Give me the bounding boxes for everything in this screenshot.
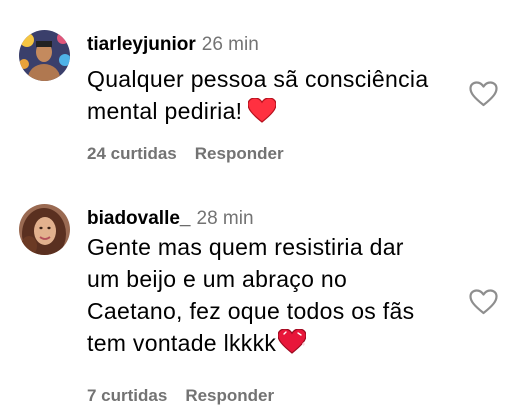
comment-item: biadovalle_ 28 min Gente mas quem resisti… xyxy=(0,190,520,419)
comment-actions: 7 curtidas Responder xyxy=(87,385,274,407)
likes-count[interactable]: 7 curtidas xyxy=(87,385,167,407)
username[interactable]: tiarleyjunior xyxy=(87,34,196,55)
comment-actions: 24 curtidas Responder xyxy=(87,143,284,165)
reply-button[interactable]: Responder xyxy=(185,385,274,407)
like-heart-outline-icon[interactable] xyxy=(469,289,498,315)
avatar[interactable] xyxy=(19,30,70,81)
comment-text: Gente mas quem resistiria dar um beijo e… xyxy=(87,231,472,363)
timestamp: 26 min xyxy=(201,34,259,55)
sparkling-heart-emoji-icon xyxy=(277,328,307,363)
avatar[interactable] xyxy=(19,204,70,255)
comment-text-line: Caetano, fez oque todos os fãs xyxy=(87,298,415,324)
comment-item: tiarleyjunior 26 min Qualquer pessoa sã c… xyxy=(0,0,520,190)
comment-header: tiarleyjunior 26 min xyxy=(87,33,259,57)
like-heart-outline-icon[interactable] xyxy=(469,81,498,107)
comment-text-line-with-emoji: tem vontade lkkkk xyxy=(87,327,472,363)
comment-text-line: um beijo e um abraço no xyxy=(87,266,348,292)
username[interactable]: biadovalle_ xyxy=(87,208,191,229)
timestamp: 28 min xyxy=(196,208,254,229)
comment-text-line: mental pediria! xyxy=(87,98,243,124)
likes-count[interactable]: 24 curtidas xyxy=(87,143,177,165)
comment-text-line: Gente mas quem resistiria dar xyxy=(87,234,404,260)
comment-text-line: tem vontade lkkkk xyxy=(87,330,277,356)
comment-text-line: Qualquer pessoa sã consciência xyxy=(87,66,429,92)
reply-button[interactable]: Responder xyxy=(195,143,284,165)
comment-header: biadovalle_ 28 min xyxy=(87,207,254,231)
comment-text: Qualquer pessoa sã consciência mental pe… xyxy=(87,63,472,131)
red-heart-emoji-icon xyxy=(247,97,277,131)
comment-text-line-with-emoji: mental pediria! xyxy=(87,95,472,131)
